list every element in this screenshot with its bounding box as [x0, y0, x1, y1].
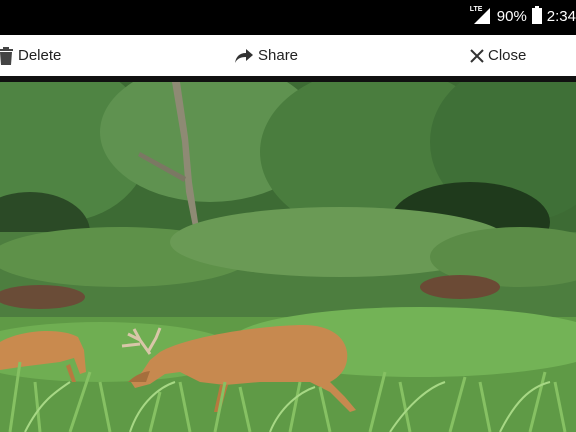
delete-label: Delete — [18, 47, 62, 64]
clock: 2:34 — [546, 7, 576, 25]
status-bar: LTE 90% 2:34 — [0, 0, 576, 35]
signal-icon: LTE — [470, 6, 492, 25]
status-indicators: LTE 90% 2:34 — [470, 5, 576, 27]
share-arrow-icon — [234, 48, 254, 64]
close-x-icon — [470, 48, 484, 63]
share-label: Share — [258, 47, 299, 64]
share-button[interactable]: Share — [234, 35, 298, 76]
close-button[interactable]: Close — [470, 35, 526, 76]
battery-icon — [531, 6, 542, 24]
trail-camera-photo — [0, 82, 576, 432]
trash-icon — [0, 46, 14, 65]
battery-percent: 90% — [496, 7, 527, 25]
close-label: Close — [488, 47, 527, 64]
delete-button[interactable]: Delete — [0, 35, 61, 76]
action-bar: Delete Share Close — [0, 35, 576, 76]
